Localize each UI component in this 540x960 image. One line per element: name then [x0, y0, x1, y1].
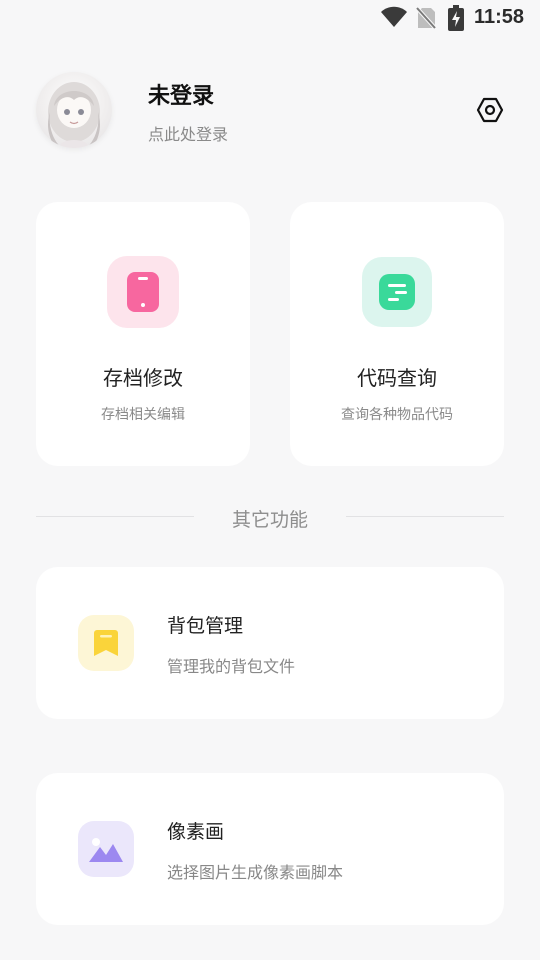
- image-icon: [89, 838, 123, 862]
- settings-icon: [476, 97, 504, 123]
- backpack-subtitle: 管理我的背包文件: [167, 657, 296, 676]
- status-time: 11:58: [474, 6, 525, 28]
- pixel-art-title: 像素画: [167, 821, 225, 843]
- save-edit-card[interactable]: 存档修改 存档相关编辑: [36, 202, 250, 466]
- status-bar: 11:58: [0, 0, 540, 36]
- code-query-title: 代码查询: [357, 366, 437, 390]
- wifi-icon: [381, 6, 407, 27]
- login-link[interactable]: 点此处登录: [148, 121, 228, 145]
- save-edit-icon-box: [107, 256, 179, 328]
- anime-girl-avatar: [48, 82, 100, 148]
- code-query-subtitle: 查询各种物品代码: [341, 407, 453, 423]
- save-edit-subtitle: 存档相关编辑: [101, 407, 185, 423]
- bookmark-icon: [94, 630, 118, 656]
- section-label: 其它功能: [231, 509, 308, 531]
- code-query-icon-box: [362, 257, 432, 327]
- save-edit-title: 存档修改: [103, 366, 183, 390]
- pixel-art-item[interactable]: 像素画 选择图片生成像素画脚本: [36, 773, 504, 925]
- avatar[interactable]: [36, 72, 112, 148]
- phone-icon: [127, 272, 159, 312]
- profile-name[interactable]: 未登录: [148, 78, 214, 110]
- pixel-art-subtitle: 选择图片生成像素画脚本: [167, 863, 344, 882]
- no-sim-icon: [416, 6, 436, 30]
- backpack-title: 背包管理: [167, 615, 244, 637]
- code-query-card[interactable]: 代码查询 查询各种物品代码: [290, 202, 504, 466]
- code-list-icon: [379, 274, 415, 310]
- backpack-manage-item[interactable]: 背包管理 管理我的背包文件: [36, 567, 504, 719]
- battery-charging-icon: [448, 5, 464, 31]
- backpack-icon-box: [78, 615, 134, 671]
- divider-left: [36, 516, 194, 517]
- settings-button[interactable]: [474, 94, 506, 126]
- pixel-art-icon-box: [78, 821, 134, 877]
- divider-right: [346, 516, 504, 517]
- app-screen: 11:58 未登录 点此处登录 存档修改 存档相关编辑 代码查询 查询各种物品代…: [0, 0, 540, 960]
